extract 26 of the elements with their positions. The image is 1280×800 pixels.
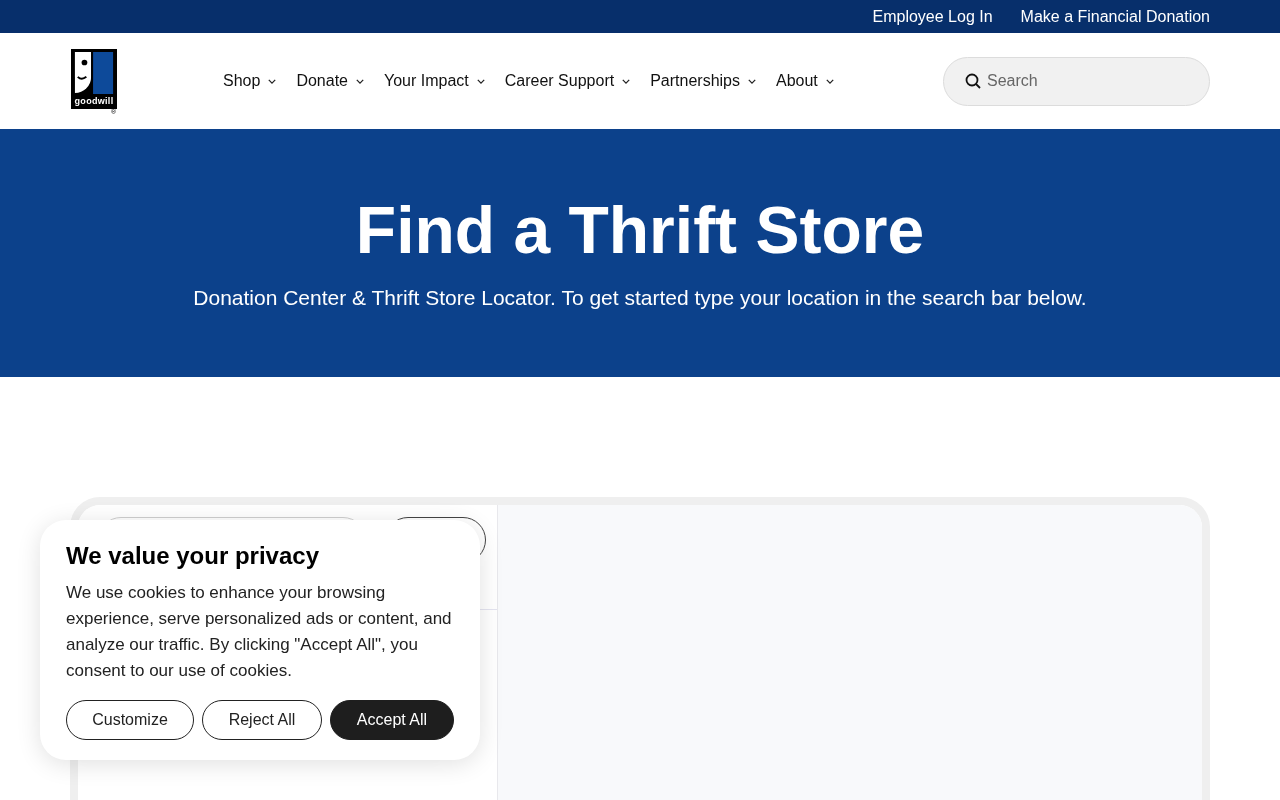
chevron-down-icon xyxy=(268,78,277,84)
dialog-title: We value your privacy xyxy=(66,541,320,571)
dialog-body-text: We use cookies to enhance your browsing experience, serve personalized ads or content, and analyze our traffic. By clicking "Accept All", you consent to our use of cookies. xyxy=(66,582,453,682)
search-icon xyxy=(965,72,981,89)
logo[interactable]: goodwill xyxy=(71,49,117,109)
cookie-option-button[interactable]: Customize xyxy=(66,700,194,740)
nav-menu-item[interactable]: About xyxy=(776,69,834,93)
chevron-down-icon xyxy=(355,78,364,84)
nav-menu-item[interactable]: Shop xyxy=(223,69,277,93)
smiling-g-icon xyxy=(74,52,114,94)
chevron-down-icon xyxy=(825,78,834,84)
nav-menu-item[interactable]: Partnerships xyxy=(650,69,756,93)
nav-menu-item[interactable]: Donate xyxy=(296,69,364,93)
logo-wordmark: goodwill xyxy=(74,97,114,106)
chevron-down-icon xyxy=(476,78,485,84)
top-bar-link[interactable]: Employee Log In xyxy=(872,8,993,25)
nav-menu-item[interactable]: Career Support xyxy=(504,69,631,93)
top-bar-link[interactable]: Make a Financial Donation xyxy=(1020,8,1210,25)
cookie-option-button[interactable]: Reject All xyxy=(202,700,322,740)
hero-subtitle: Donation Center & Thrift Store Locator. To get started type your location in the search bar below. xyxy=(193,287,1087,308)
chevron-down-icon xyxy=(748,78,756,84)
cookie-accept-button[interactable]: Accept All xyxy=(330,700,454,740)
search-field[interactable]: Search xyxy=(943,56,1210,106)
chevron-down-icon xyxy=(622,78,631,84)
nav-menu-item[interactable]: Your Impact xyxy=(383,69,485,93)
hero-title: Find a Thrift Store xyxy=(355,197,925,263)
